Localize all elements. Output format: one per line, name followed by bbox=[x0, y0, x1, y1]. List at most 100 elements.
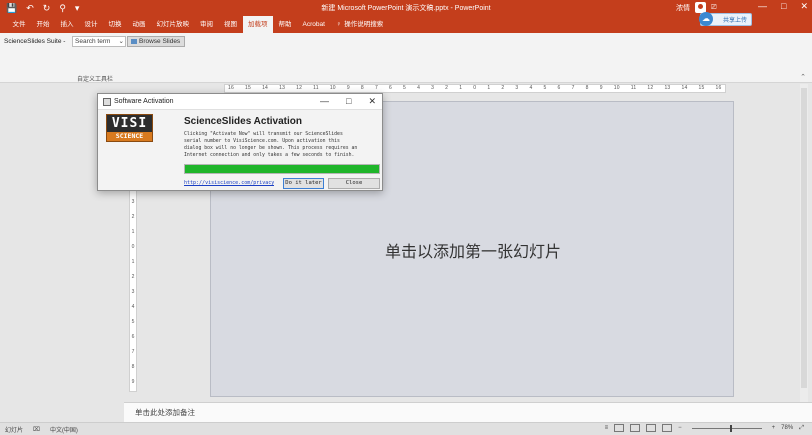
ruler-mark: 10 bbox=[613, 85, 620, 91]
tab-9[interactable]: 加载项 bbox=[242, 16, 273, 33]
collapse-ribbon-icon[interactable]: ⌃ bbox=[800, 73, 806, 81]
ruler-mark: 2 bbox=[131, 274, 135, 280]
ruler-mark: 4 bbox=[131, 304, 135, 310]
ruler-mark: 2 bbox=[501, 85, 505, 91]
title-bar: 💾 ↶ ↻ ⚲ ▾ 新建 Microsoft PowerPoint 演示文稿.p… bbox=[0, 0, 812, 16]
ruler-mark: 13 bbox=[664, 85, 671, 91]
ruler-mark: 14 bbox=[262, 85, 269, 91]
scienceslides-suite-label[interactable]: ScienceSlides Suite - bbox=[4, 38, 65, 45]
scrollbar-thumb[interactable] bbox=[801, 88, 807, 388]
reading-view-icon[interactable] bbox=[646, 424, 657, 432]
ruler-mark: 1 bbox=[459, 85, 463, 91]
do-it-later-button[interactable]: Do it later bbox=[283, 178, 324, 189]
zoom-level[interactable]: 78% bbox=[781, 425, 793, 431]
dialog-title: Software Activation bbox=[114, 98, 174, 105]
ruler-mark: 5 bbox=[131, 319, 135, 325]
search-input[interactable]: Search term ⌄ bbox=[72, 36, 126, 47]
ruler-mark: 6 bbox=[131, 334, 135, 340]
minimize-icon[interactable]: — bbox=[758, 1, 767, 12]
ruler-mark: 15 bbox=[698, 85, 705, 91]
tab-0[interactable]: 文件 bbox=[7, 16, 31, 33]
cloud-upload-icon[interactable]: ☁ bbox=[699, 12, 713, 26]
tab-2[interactable]: 插入 bbox=[55, 16, 79, 33]
normal-view-icon[interactable] bbox=[614, 424, 625, 432]
tell-me-search[interactable]: ♀ 操作说明搜索 bbox=[330, 16, 388, 33]
tab-10[interactable]: 帮助 bbox=[273, 16, 297, 33]
ruler-mark: 1 bbox=[131, 229, 135, 235]
ribbon-display-icon[interactable]: ⎚ bbox=[711, 4, 717, 12]
slideshow-icon[interactable] bbox=[662, 424, 673, 432]
ruler-mark: 7 bbox=[571, 85, 575, 91]
ruler-mark: 6 bbox=[557, 85, 561, 91]
tab-8[interactable]: 视图 bbox=[219, 16, 243, 33]
lightbulb-icon: ♀ bbox=[336, 21, 342, 28]
dialog-body-text: Clicking "Activate Now" will transmit ou… bbox=[184, 132, 358, 158]
ruler-mark: 7 bbox=[374, 85, 378, 91]
close-button[interactable]: Close bbox=[328, 178, 380, 189]
tab-6[interactable]: 幻灯片放映 bbox=[151, 16, 195, 33]
logo-text-science: SCIENCE bbox=[115, 132, 144, 140]
dialog-app-icon bbox=[103, 98, 111, 106]
notes-pane[interactable]: 单击此处添加备注 bbox=[124, 402, 812, 422]
tab-5[interactable]: 动画 bbox=[127, 16, 151, 33]
close-icon[interactable]: ✕ bbox=[800, 1, 808, 12]
dialog-maximize-icon[interactable]: □ bbox=[346, 96, 351, 107]
tell-me-label: 操作说明搜索 bbox=[344, 21, 384, 28]
zoom-out-icon[interactable]: − bbox=[678, 425, 682, 431]
ruler-mark: 4 bbox=[529, 85, 533, 91]
ruler-mark: 11 bbox=[630, 85, 637, 91]
ruler-mark: 3 bbox=[515, 85, 519, 91]
folder-icon bbox=[131, 39, 137, 44]
dialog-title-bar[interactable]: Software Activation — □ ✕ bbox=[98, 94, 382, 110]
ruler-mark: 0 bbox=[131, 244, 135, 250]
ruler-mark: 12 bbox=[647, 85, 654, 91]
ruler-mark: 9 bbox=[599, 85, 603, 91]
accessibility-icon[interactable]: ⌧ bbox=[33, 426, 40, 433]
tab-4[interactable]: 切换 bbox=[103, 16, 127, 33]
notes-toggle-icon[interactable]: ≡ bbox=[605, 425, 609, 431]
ruler-mark: 6 bbox=[388, 85, 392, 91]
ribbon-panel: ScienceSlides Suite - Search term ⌄ Brow… bbox=[0, 33, 812, 83]
ruler-mark: 0 bbox=[473, 85, 477, 91]
zoom-thumb[interactable] bbox=[729, 424, 732, 432]
ruler-mark: 8 bbox=[131, 364, 135, 370]
ruler-mark: 16 bbox=[715, 85, 722, 91]
slide-sorter-icon[interactable] bbox=[630, 424, 641, 432]
tab-11[interactable]: Acrobat bbox=[297, 16, 330, 33]
zoom-in-icon[interactable]: + bbox=[772, 425, 776, 431]
ruler-mark: 1 bbox=[131, 259, 135, 265]
zoom-slider[interactable] bbox=[691, 424, 762, 432]
vertical-scrollbar[interactable] bbox=[800, 84, 808, 402]
browse-slides-button[interactable]: Browse Slides bbox=[127, 36, 185, 47]
browse-slides-label: Browse Slides bbox=[139, 38, 181, 45]
tab-3[interactable]: 设计 bbox=[79, 16, 103, 33]
software-activation-dialog: Software Activation — □ ✕ VISI SCIENCE S… bbox=[97, 93, 383, 191]
ruler-mark: 16 bbox=[228, 85, 234, 91]
user-area[interactable]: 浓情 ⎚ bbox=[676, 2, 717, 13]
privacy-link[interactable]: http://visiscience.com/privacy bbox=[184, 180, 274, 186]
fit-to-window-icon[interactable]: ⤢ bbox=[799, 425, 804, 432]
ruler-mark: 3 bbox=[131, 289, 135, 295]
dialog-minimize-icon[interactable]: — bbox=[320, 96, 329, 107]
language-indicator[interactable]: 中文(中国) bbox=[50, 425, 78, 434]
ruler-mark: 3 bbox=[431, 85, 435, 91]
activation-progress-bar bbox=[184, 164, 380, 174]
ruler-mark: 13 bbox=[279, 85, 286, 91]
maximize-icon[interactable]: □ bbox=[781, 1, 786, 12]
ruler-mark: 1 bbox=[487, 85, 491, 91]
ruler-mark: 11 bbox=[313, 85, 319, 91]
ruler-mark: 10 bbox=[329, 85, 336, 91]
ruler-mark: 8 bbox=[360, 85, 364, 91]
ruler-mark: 7 bbox=[131, 349, 135, 355]
ruler-mark: 15 bbox=[245, 85, 251, 91]
slide-placeholder-text[interactable]: 单击以添加第一张幻灯片 bbox=[211, 238, 735, 262]
tab-1[interactable]: 开始 bbox=[31, 16, 55, 33]
ruler-mark: 9 bbox=[131, 379, 135, 385]
status-bar: 幻灯片 ⌧ 中文(中国) ≡ − + 78% ⤢ bbox=[0, 422, 812, 435]
user-name[interactable]: 浓情 bbox=[676, 3, 690, 13]
dialog-close-icon[interactable]: ✕ bbox=[368, 96, 376, 107]
horizontal-ruler: 16 15 14 13 12 11 10 9 8 7 6 5 4 3 2 1 0 1 2 3 4 5 6 7 8 9 10 11 12 1… bbox=[224, 84, 726, 93]
notes-placeholder[interactable]: 单击此处添加备注 bbox=[135, 407, 195, 418]
chevron-down-icon[interactable]: ⌄ bbox=[119, 37, 124, 46]
tab-7[interactable]: 审阅 bbox=[195, 16, 219, 33]
